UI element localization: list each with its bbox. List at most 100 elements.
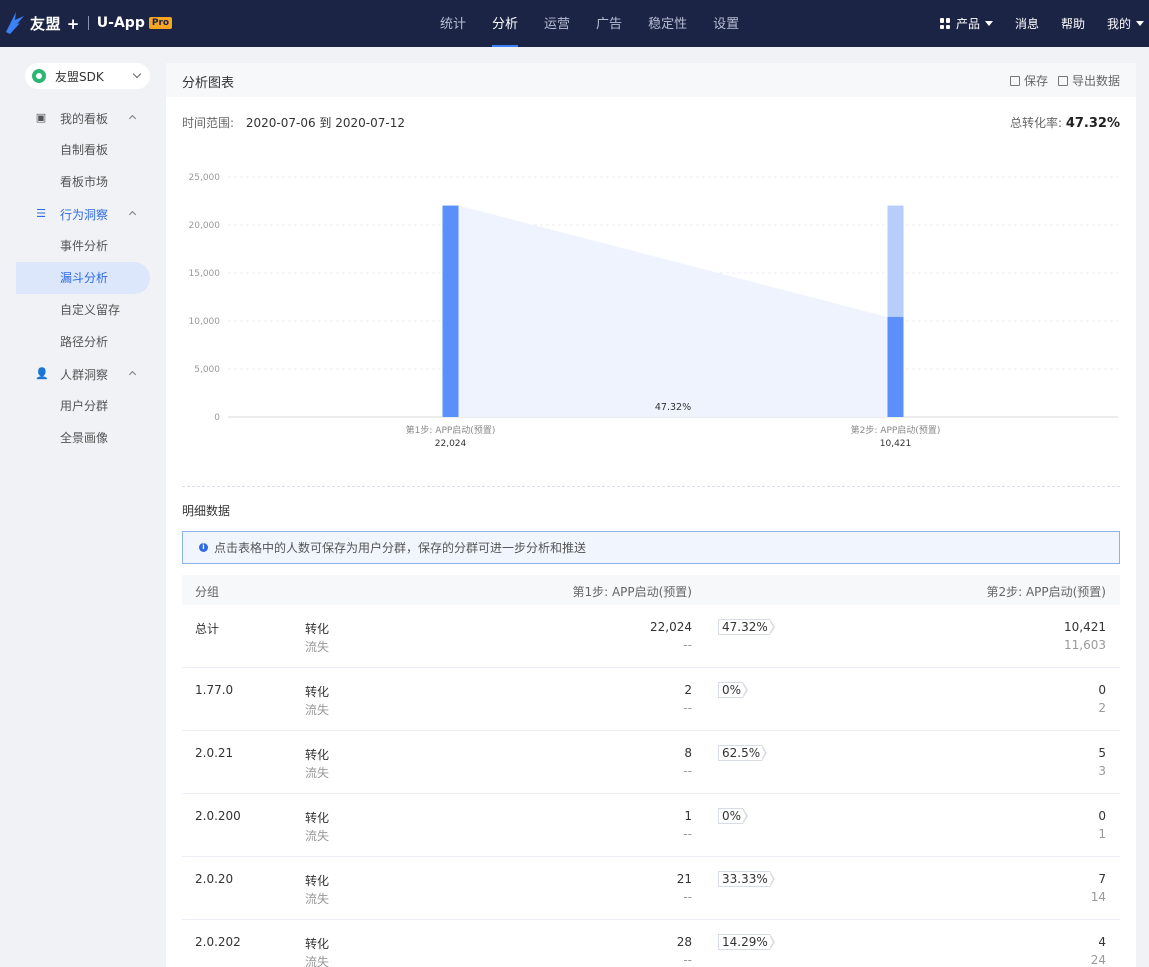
row-step2-lost[interactable]: 3 bbox=[1098, 764, 1106, 778]
total-conversion-value: 47.32% bbox=[1065, 116, 1120, 131]
sidebar-item-panorama[interactable]: 全景画像 bbox=[16, 422, 150, 454]
sidebar-group-audience[interactable]: 👤 人群洞察 bbox=[0, 358, 166, 390]
row-step1-count[interactable]: 1 bbox=[684, 809, 692, 823]
sidebar: 友盟SDK ▣ 我的看板 自制看板 看板市场 ☰ 行为洞察 事件分析 漏斗分析 … bbox=[0, 47, 166, 967]
people-icon: 👤 bbox=[35, 367, 49, 380]
sidebar-item-custom-dashboard[interactable]: 自制看板 bbox=[16, 134, 150, 166]
total-conversion-label: 总转化率: bbox=[1009, 116, 1063, 130]
table-row: 总计 转化 流失 22,024 -- 47.32% 10,421 11,603 bbox=[182, 605, 1120, 668]
table-row: 1.77.0 转化 流失 2 -- 0% 0 2 bbox=[182, 668, 1120, 731]
conversion-area bbox=[458, 205, 888, 417]
detail-section-title: 明细数据 bbox=[182, 504, 231, 518]
row-step1-lost: -- bbox=[683, 638, 692, 652]
products-label: 产品 bbox=[955, 17, 980, 31]
arrow-right-icon bbox=[742, 682, 749, 698]
time-range: 时间范围: 2020-07-06 到 2020-07-12 bbox=[182, 114, 405, 131]
sidebar-item-path-analysis[interactable]: 路径分析 bbox=[16, 326, 150, 358]
panel-header: 分析图表 保存 导出数据 bbox=[166, 63, 1136, 97]
row-step2-count[interactable]: 4 bbox=[1098, 935, 1106, 949]
y-tick-label: 5,000 bbox=[194, 365, 220, 375]
row-conversion-rate-value: 62.5% bbox=[718, 745, 763, 761]
nav-tab-stats[interactable]: 统计 bbox=[440, 0, 466, 47]
row-step1-count[interactable]: 28 bbox=[677, 935, 692, 949]
row-step2-count[interactable]: 0 bbox=[1098, 809, 1106, 823]
row-step2-count[interactable]: 5 bbox=[1098, 746, 1106, 760]
app-selector[interactable]: 友盟SDK bbox=[25, 63, 150, 89]
row-conversion-rate-value: 33.33% bbox=[718, 871, 770, 887]
umeng-bird-icon bbox=[6, 12, 24, 34]
products-menu[interactable]: 产品 bbox=[939, 15, 993, 32]
sidebar-item-funnel-analysis[interactable]: 漏斗分析 bbox=[16, 262, 150, 294]
chevron-up-icon bbox=[128, 370, 137, 379]
y-tick-label: 15,000 bbox=[189, 269, 221, 279]
nav-tab-settings[interactable]: 设置 bbox=[713, 0, 739, 47]
row-lost-label: 流失 bbox=[305, 703, 330, 717]
nav-tab-ads[interactable]: 广告 bbox=[596, 0, 622, 47]
nav-tab-analysis[interactable]: 分析 bbox=[492, 0, 519, 47]
chevron-down-icon bbox=[132, 69, 142, 79]
logo-divider bbox=[87, 16, 89, 30]
account-menu[interactable]: 我的 bbox=[1107, 15, 1144, 32]
sidebar-item-event-analysis[interactable]: 事件分析 bbox=[16, 230, 150, 262]
chevron-up-icon bbox=[128, 210, 137, 219]
sidebar-group-my-dashboards[interactable]: ▣ 我的看板 bbox=[0, 102, 166, 134]
analysis-panel: 分析图表 保存 导出数据 时间范围: 2020-07-06 到 2020-07-… bbox=[166, 63, 1136, 967]
nav-tab-stability[interactable]: 稳定性 bbox=[648, 0, 687, 47]
time-range-label: 时间范围: bbox=[182, 116, 235, 130]
row-step1-lost: -- bbox=[683, 701, 692, 715]
row-step2-lost[interactable]: 1 bbox=[1098, 827, 1106, 841]
row-step2-lost[interactable]: 11,603 bbox=[1064, 638, 1106, 652]
row-step1-count[interactable]: 2 bbox=[684, 683, 692, 697]
row-step2-lost[interactable]: 24 bbox=[1091, 953, 1106, 967]
row-conversion-rate-value: 14.29% bbox=[718, 934, 770, 950]
brand-name: 友盟 + bbox=[30, 14, 80, 33]
save-button[interactable]: 保存 bbox=[1009, 72, 1048, 89]
row-converted-label: 转化 bbox=[305, 622, 330, 636]
x-category-label: 第1步: APP启动(预置) bbox=[406, 424, 496, 436]
nav-tab-operations[interactable]: 运营 bbox=[544, 0, 570, 47]
app-selector-label: 友盟SDK bbox=[55, 69, 104, 84]
funnel-bar bbox=[442, 205, 459, 417]
row-step1-count[interactable]: 21 bbox=[677, 872, 692, 886]
x-category-value: 10,421 bbox=[880, 439, 912, 449]
row-converted-label: 转化 bbox=[305, 685, 330, 699]
row-conversion-rate: 0% bbox=[718, 808, 749, 824]
arrow-right-icon bbox=[768, 619, 775, 635]
arrow-right-icon bbox=[761, 745, 768, 761]
row-step1-lost: -- bbox=[683, 827, 692, 841]
chevron-up-icon bbox=[128, 114, 137, 123]
panel-actions: 保存 导出数据 bbox=[1000, 72, 1120, 89]
top-right-menu: 产品 消息 帮助 我的 bbox=[918, 0, 1144, 47]
save-icon bbox=[1009, 75, 1020, 86]
row-conversion-rate-value: 0% bbox=[718, 682, 744, 698]
help-link[interactable]: 帮助 bbox=[1061, 15, 1085, 32]
umeng-logo[interactable]: 友盟 + U-App Pro bbox=[4, 10, 173, 36]
header-group: 分组 bbox=[195, 585, 220, 599]
funnel-bar bbox=[887, 316, 904, 417]
sidebar-item-custom-retention[interactable]: 自定义留存 bbox=[16, 294, 150, 326]
row-step2-lost[interactable]: 2 bbox=[1098, 701, 1106, 715]
android-app-icon bbox=[32, 69, 46, 83]
x-category-label: 第2步: APP启动(预置) bbox=[851, 424, 941, 436]
row-step2-count[interactable]: 7 bbox=[1098, 872, 1106, 886]
export-button[interactable]: 导出数据 bbox=[1057, 72, 1120, 89]
row-conversion-rate-value: 47.32% bbox=[718, 619, 770, 635]
export-label: 导出数据 bbox=[1071, 74, 1120, 88]
row-step1-count[interactable]: 8 bbox=[684, 746, 692, 760]
row-step1-count[interactable]: 22,024 bbox=[650, 620, 692, 634]
row-conversion-rate-value: 0% bbox=[718, 808, 744, 824]
dashboard-icon: ▣ bbox=[35, 111, 47, 124]
sidebar-item-dashboard-market[interactable]: 看板市场 bbox=[16, 166, 150, 198]
conversion-rate-label: 47.32% bbox=[655, 402, 691, 413]
row-step2-count[interactable]: 0 bbox=[1098, 683, 1106, 697]
row-converted-label: 转化 bbox=[305, 937, 330, 951]
row-step2-lost[interactable]: 14 bbox=[1091, 890, 1106, 904]
sidebar-group-behavior[interactable]: ☰ 行为洞察 bbox=[0, 198, 166, 230]
apps-grid-icon bbox=[939, 18, 951, 29]
messages-link[interactable]: 消息 bbox=[1015, 15, 1039, 32]
header-step1: 第1步: APP启动(预置) bbox=[572, 585, 692, 599]
info-notice-text: 点击表格中的人数可保存为用户分群，保存的分群可进一步分析和推送 bbox=[214, 541, 587, 555]
row-step2-count[interactable]: 10,421 bbox=[1064, 620, 1106, 634]
sidebar-item-user-segments[interactable]: 用户分群 bbox=[16, 390, 150, 422]
panel-title: 分析图表 bbox=[182, 76, 235, 91]
